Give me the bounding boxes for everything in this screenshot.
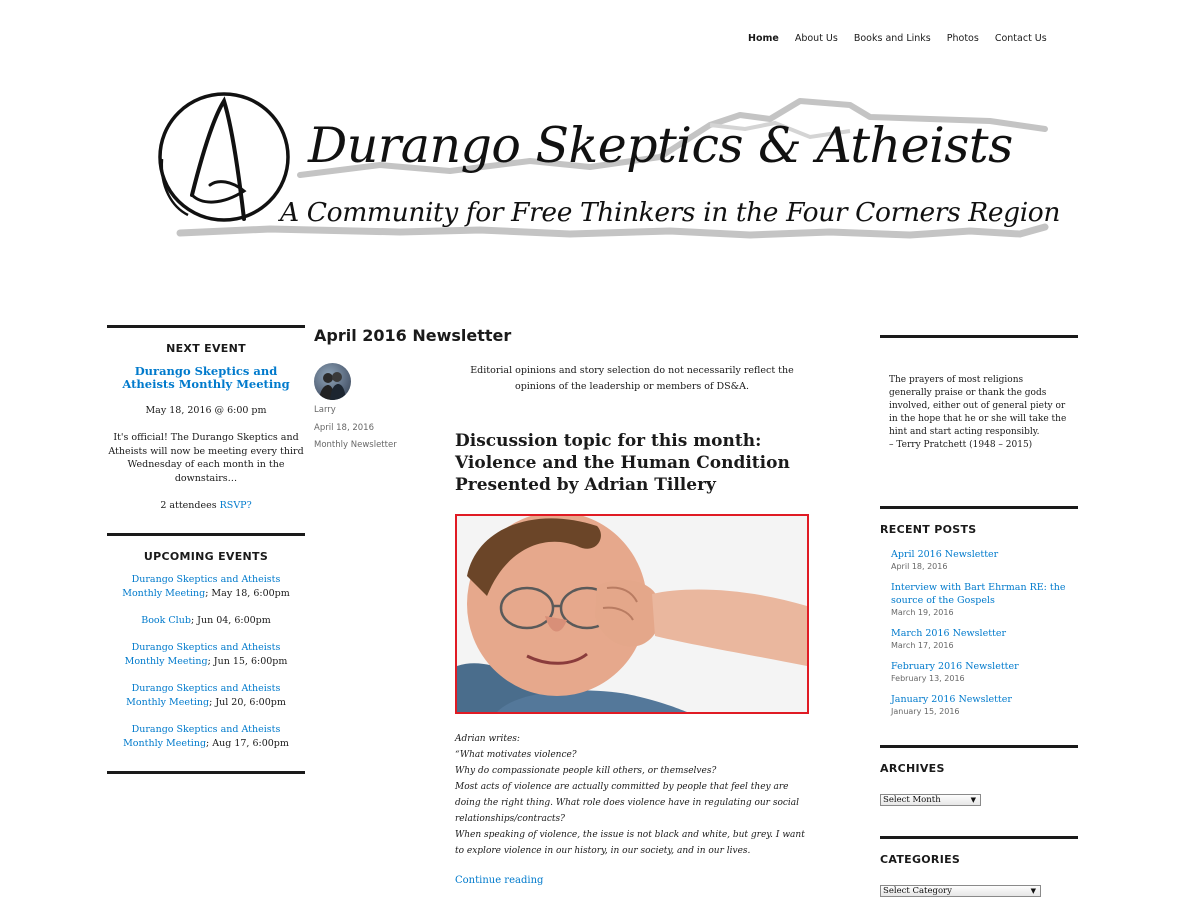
attendees-count: 2 attendees (160, 500, 217, 511)
upcoming-events-heading: UPCOMING EVENTS (143, 550, 269, 563)
recent-post-item: January 2016 Newsletter January 15, 2016 (891, 693, 1078, 717)
discussion-heading: Discussion topic for this month: Violenc… (455, 431, 790, 495)
excerpt-line: “What motivates violence? (455, 750, 577, 760)
pratchett-quote: The prayers of most religions generally … (880, 338, 1078, 452)
upcoming-event-item: Durango Skeptics and Atheists Monthly Me… (107, 641, 305, 669)
categories-select-value: Select Category (883, 886, 952, 896)
categories-select[interactable]: Select Category ▼ (880, 885, 1041, 897)
recent-post-date: March 19, 2016 (891, 608, 954, 617)
upcoming-event-date: ; Jun 15, 6:00pm (207, 656, 288, 667)
nav-home-link[interactable]: Home (748, 33, 779, 44)
upcoming-event-link[interactable]: Book Club (141, 615, 191, 626)
widget-divider (880, 506, 1078, 509)
excerpt-line: Why do compassionate people kill others,… (455, 766, 717, 776)
widget-divider (107, 325, 305, 328)
post-author[interactable]: Larry (314, 405, 336, 415)
next-event-heading: NEXT EVENT (166, 342, 246, 355)
recent-post-item: Interview with Bart Ehrman RE: the sourc… (891, 581, 1078, 618)
upcoming-event-item: Durango Skeptics and Atheists Monthly Me… (107, 682, 305, 710)
next-event-description: It's official! The Durango Skeptics and … (108, 432, 304, 484)
upcoming-event-item: Durango Skeptics and Atheists Monthly Me… (107, 573, 305, 601)
upcoming-event-date: ; Aug 17, 6:00pm (206, 738, 289, 749)
site-title: Durango Skeptics & Atheists (308, 117, 1013, 174)
recent-post-item: April 2016 Newsletter April 18, 2016 (891, 548, 1078, 572)
recent-post-link[interactable]: February 2016 Newsletter (891, 661, 1019, 672)
recent-post-link[interactable]: March 2016 Newsletter (891, 628, 1006, 639)
next-event-date: May 18, 2016 @ 6:00 pm (145, 405, 267, 416)
recent-post-date: April 18, 2016 (891, 562, 948, 571)
man-punched-photo (457, 516, 807, 712)
nav-contact-us-link[interactable]: Contact Us (995, 33, 1047, 44)
editorial-note: Editorial opinions and story selection d… (470, 365, 794, 392)
next-event-attendees: 2 attendees RSVP? (107, 500, 305, 511)
categories-heading: CATEGORIES (880, 853, 961, 866)
recent-post-date: March 17, 2016 (891, 641, 954, 650)
widget-divider (107, 771, 305, 774)
quote-text: The prayers of most religions generally … (889, 375, 1067, 437)
recent-post-link[interactable]: April 2016 Newsletter (891, 549, 998, 560)
recent-post-item: March 2016 Newsletter March 17, 2016 (891, 627, 1078, 651)
nav-books-and-links-link[interactable]: Books and Links (854, 33, 931, 44)
nav-about-us-link[interactable]: About Us (795, 33, 838, 44)
widget-divider (880, 745, 1078, 748)
main-navigation: Home About Us Books and Links Photos Con… (748, 33, 1047, 44)
recent-posts-widget: RECENT POSTS April 2016 Newsletter April … (880, 506, 1078, 726)
archives-month-select[interactable]: Select Month ▼ (880, 794, 981, 806)
rsvp-link[interactable]: RSVP? (220, 500, 252, 511)
archives-heading: ARCHIVES (880, 762, 945, 775)
site-tagline: A Community for Free Thinkers in the Fou… (280, 197, 1060, 228)
site-logo[interactable]: Durango Skeptics & Atheists A Community … (150, 85, 1060, 245)
excerpt-line: When speaking of violence, the issue is … (455, 830, 805, 856)
recent-posts-list: April 2016 Newsletter April 18, 2016 Inte… (880, 548, 1078, 717)
next-event-title-link[interactable]: Durango Skeptics and Atheists Monthly Me… (107, 365, 305, 391)
recent-post-date: February 13, 2016 (891, 674, 965, 683)
continue-reading-link[interactable]: Continue reading (455, 875, 543, 886)
post-featured-image (455, 514, 809, 714)
recent-post-link[interactable]: Interview with Bart Ehrman RE: the sourc… (891, 582, 1065, 606)
recent-post-link[interactable]: January 2016 Newsletter (891, 694, 1012, 705)
recent-post-date: January 15, 2016 (891, 707, 960, 716)
widget-divider (107, 533, 305, 536)
post-title[interactable]: April 2016 Newsletter (314, 326, 511, 345)
avatar-image (319, 372, 346, 400)
nav-photos-link[interactable]: Photos (947, 33, 979, 44)
author-avatar[interactable] (314, 363, 351, 400)
left-sidebar: NEXT EVENT Durango Skeptics and Atheists… (107, 325, 305, 774)
upcoming-event-date: ; Jul 20, 6:00pm (209, 697, 286, 708)
recent-posts-heading: RECENT POSTS (880, 523, 977, 536)
post-date[interactable]: April 18, 2016 (314, 423, 374, 433)
dropdown-arrow-icon: ▼ (970, 796, 976, 804)
dropdown-arrow-icon: ▼ (1030, 887, 1036, 895)
excerpt-line: Most acts of violence are actually commi… (455, 782, 800, 824)
quote-widget: The prayers of most religions generally … (880, 335, 1078, 452)
widget-divider (880, 836, 1078, 839)
upcoming-event-date: ; Jun 04, 6:00pm (190, 615, 271, 626)
upcoming-event-item: Book Club; Jun 04, 6:00pm (107, 614, 305, 628)
recent-post-item: February 2016 Newsletter February 13, 201… (891, 660, 1078, 684)
upcoming-event-item: Durango Skeptics and Atheists Monthly Me… (107, 723, 305, 751)
upcoming-event-date: ; May 18, 6:00pm (205, 588, 290, 599)
archives-select-value: Select Month (883, 795, 941, 805)
categories-widget: CATEGORIES Select Category ▼ (880, 836, 1078, 897)
archives-widget: ARCHIVES Select Month ▼ (880, 745, 1078, 806)
post-category[interactable]: Monthly Newsletter (314, 440, 397, 450)
excerpt-line: Adrian writes: (455, 734, 520, 744)
post-excerpt: Adrian writes: “What motivates violence?… (455, 731, 815, 859)
quote-attribution: – Terry Pratchett (1948 – 2015) (889, 440, 1033, 450)
